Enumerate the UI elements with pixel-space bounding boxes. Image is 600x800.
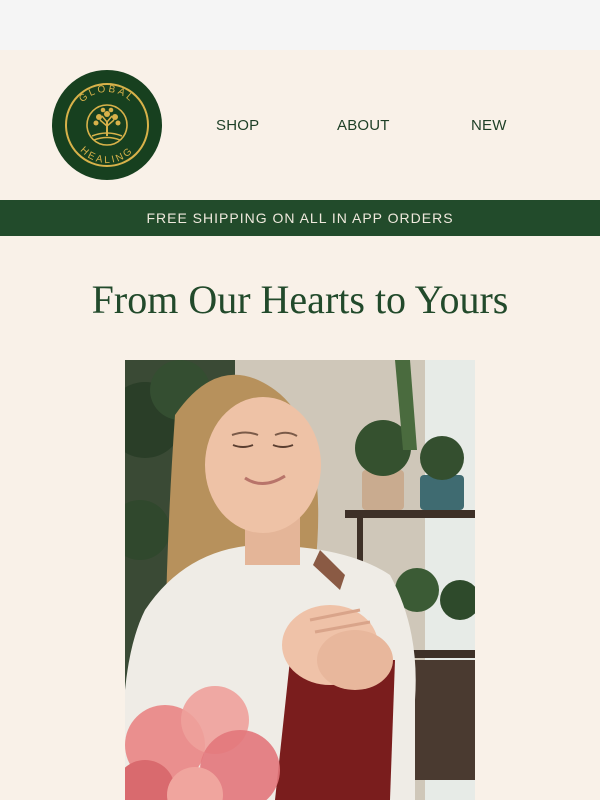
shipping-banner[interactable]: FREE SHIPPING ON ALL IN APP ORDERS: [0, 200, 600, 236]
header: GLOBAL HEALING SHOP ABOUT NEW: [0, 50, 600, 200]
top-strip: [0, 0, 600, 50]
svg-text:GLOBAL: GLOBAL: [77, 84, 137, 105]
page-headline: From Our Hearts to Yours: [91, 277, 509, 322]
svg-text:HEALING: HEALING: [78, 145, 136, 166]
nav-about[interactable]: ABOUT: [337, 117, 390, 134]
nav-new[interactable]: NEW: [471, 117, 507, 134]
nav-shop[interactable]: SHOP: [216, 117, 259, 134]
hero-image[interactable]: [125, 360, 475, 800]
logo-emblem-icon: GLOBAL HEALING: [65, 83, 149, 167]
woman-hands-on-heart-photo: [125, 360, 475, 800]
global-healing-logo[interactable]: GLOBAL HEALING: [52, 70, 162, 180]
